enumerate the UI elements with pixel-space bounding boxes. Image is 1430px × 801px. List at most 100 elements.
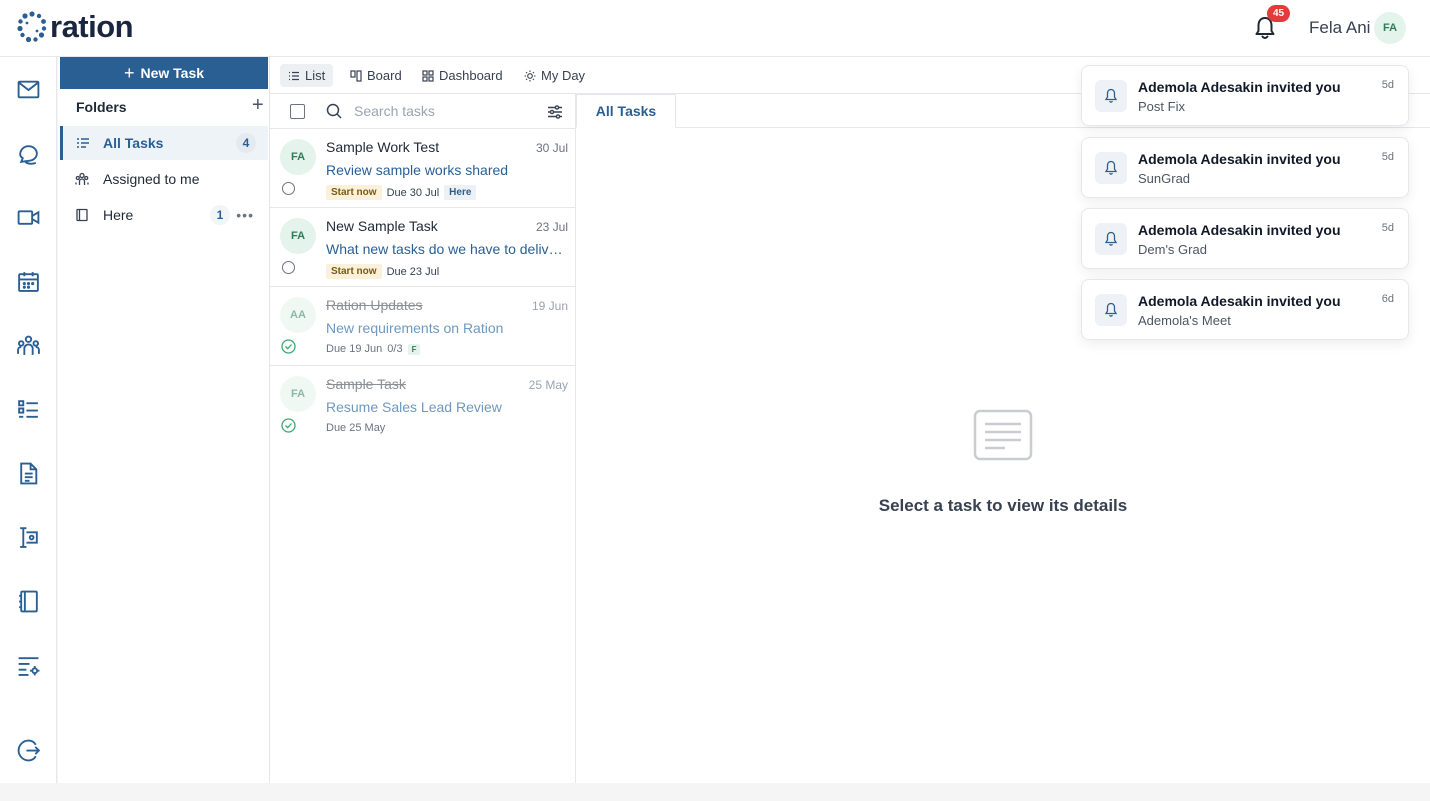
notification-time: 5d bbox=[1381, 151, 1394, 163]
task-list-toolbar bbox=[270, 94, 576, 129]
bottom-strip bbox=[0, 783, 1430, 801]
task-date: 30 Jul bbox=[535, 141, 568, 155]
task-title: New Sample Task bbox=[326, 218, 438, 234]
complete-task-radio[interactable] bbox=[282, 261, 295, 274]
user-avatar[interactable]: FA bbox=[1374, 12, 1406, 44]
search-input[interactable] bbox=[354, 100, 534, 122]
document-icon[interactable] bbox=[16, 461, 41, 486]
completed-check-icon[interactable] bbox=[281, 418, 296, 433]
team-icon[interactable] bbox=[16, 333, 41, 358]
due-date: Due 19 Jun bbox=[326, 343, 383, 355]
task-title: Ration Updates bbox=[326, 297, 423, 313]
user-name[interactable]: Fela Ani bbox=[1309, 18, 1370, 38]
notification-title: Ademola Adesakin invited you bbox=[1138, 222, 1341, 238]
chat-icon[interactable] bbox=[16, 141, 41, 166]
form-icon[interactable] bbox=[16, 525, 41, 550]
task-title: Sample Task bbox=[326, 376, 406, 392]
task-meta: Start now Due 30 Jul Here bbox=[326, 185, 477, 200]
subtask-progress: 0/3 bbox=[387, 343, 403, 355]
add-folder-button[interactable]: + bbox=[252, 95, 264, 115]
new-task-label: New Task bbox=[140, 65, 205, 81]
sidebar-item-all-tasks[interactable]: All Tasks 4 bbox=[60, 126, 268, 160]
sidebar-item-label: All Tasks bbox=[103, 135, 164, 151]
task-description: What new tasks do we have to deliver thi… bbox=[326, 241, 570, 257]
notification-icon-box bbox=[1095, 152, 1127, 184]
start-now-badge: Start now bbox=[326, 264, 382, 279]
task-date: 23 Jul bbox=[535, 220, 568, 234]
sidebar-item-label: Assigned to me bbox=[103, 171, 200, 187]
top-header: ration 45 Fela Ani FA bbox=[0, 0, 1430, 57]
tab-my-day[interactable]: My Day bbox=[516, 64, 593, 87]
task-row[interactable]: FA New Sample Task 23 Jul What new tasks… bbox=[270, 208, 576, 287]
notification-card[interactable]: Ademola Adesakin invited you Post Fix 5d bbox=[1081, 65, 1409, 126]
folder-icon bbox=[76, 208, 88, 222]
calendar-icon[interactable] bbox=[16, 269, 41, 294]
notification-time: 5d bbox=[1381, 79, 1394, 91]
notification-time: 5d bbox=[1381, 222, 1394, 234]
task-description: Review sample works shared bbox=[326, 162, 509, 178]
bell-icon bbox=[1104, 88, 1118, 103]
folders-panel: + New Task Folders + All Tasks 4 Assigne… bbox=[58, 57, 270, 783]
filter-icon[interactable] bbox=[547, 104, 563, 120]
tab-all-tasks[interactable]: All Tasks bbox=[576, 94, 676, 128]
tab-board[interactable]: Board bbox=[342, 64, 410, 87]
task-title: Sample Work Test bbox=[326, 139, 440, 155]
assignee-avatar: FA bbox=[280, 139, 316, 175]
due-date: Due 25 May bbox=[326, 422, 386, 434]
tasks-icon[interactable] bbox=[16, 397, 41, 422]
tab-label: Board bbox=[367, 68, 402, 83]
folder-count-badge: 4 bbox=[236, 133, 256, 153]
video-icon[interactable] bbox=[16, 205, 41, 230]
complete-task-radio[interactable] bbox=[282, 182, 295, 195]
select-all-checkbox[interactable] bbox=[290, 104, 305, 119]
notification-title: Ademola Adesakin invited you bbox=[1138, 293, 1341, 309]
bell-icon bbox=[1104, 231, 1118, 246]
sidebar-item-here[interactable]: Here 1 ••• bbox=[60, 198, 268, 232]
task-date: 19 Jun bbox=[531, 299, 568, 313]
tab-label: Dashboard bbox=[439, 68, 503, 83]
notification-icon-box bbox=[1095, 223, 1127, 255]
task-row[interactable]: AA Ration Updates 19 Jun New requirement… bbox=[270, 287, 576, 366]
notification-time: 6d bbox=[1381, 293, 1394, 305]
mail-icon[interactable] bbox=[16, 77, 41, 102]
task-description: Resume Sales Lead Review bbox=[326, 399, 502, 415]
board-icon bbox=[350, 69, 362, 82]
task-row[interactable]: FA Sample Work Test 30 Jul Review sample… bbox=[270, 129, 576, 208]
logo-text: ration bbox=[50, 9, 134, 44]
task-date: 25 May bbox=[528, 378, 568, 392]
task-meta: Start now Due 23 Jul bbox=[326, 264, 439, 279]
bell-icon bbox=[1104, 302, 1118, 317]
folder-tag: Here bbox=[444, 185, 477, 200]
notification-card[interactable]: Ademola Adesakin invited you Ademola's M… bbox=[1081, 279, 1409, 340]
folder-count-badge: 1 bbox=[210, 205, 230, 225]
list-view-icon bbox=[289, 71, 299, 80]
people-icon bbox=[75, 172, 89, 185]
dashboard-icon bbox=[422, 69, 434, 82]
notification-title: Ademola Adesakin invited you bbox=[1138, 79, 1341, 95]
new-task-button[interactable]: + New Task bbox=[60, 57, 268, 89]
task-meta: Due 19 Jun 0/3 F bbox=[326, 343, 421, 355]
more-options-icon[interactable]: ••• bbox=[236, 207, 254, 223]
app-logo[interactable]: ration bbox=[16, 9, 134, 44]
task-list-panel: FA Sample Work Test 30 Jul Review sample… bbox=[270, 94, 576, 783]
sidebar-item-assigned-to-me[interactable]: Assigned to me bbox=[60, 162, 268, 196]
sidebar-item-label: Here bbox=[103, 207, 134, 223]
tab-list[interactable]: List bbox=[280, 64, 334, 87]
assignee-avatar: AA bbox=[280, 297, 316, 333]
notification-icon-box bbox=[1095, 80, 1127, 112]
assignee-avatar: FA bbox=[280, 218, 316, 254]
tab-label: My Day bbox=[541, 68, 586, 83]
tab-dashboard[interactable]: Dashboard bbox=[414, 64, 511, 87]
notification-subtitle: SunGrad bbox=[1138, 171, 1191, 186]
notification-icon-box bbox=[1095, 294, 1127, 326]
notebook-icon[interactable] bbox=[16, 589, 41, 614]
logout-icon[interactable] bbox=[16, 738, 41, 763]
completed-check-icon[interactable] bbox=[281, 339, 296, 354]
notification-card[interactable]: Ademola Adesakin invited you SunGrad 5d bbox=[1081, 137, 1409, 198]
notification-subtitle: Post Fix bbox=[1138, 99, 1185, 114]
notification-card[interactable]: Ademola Adesakin invited you Dem's Grad … bbox=[1081, 208, 1409, 269]
notification-title: Ademola Adesakin invited you bbox=[1138, 151, 1341, 167]
task-row[interactable]: FA Sample Task 25 May Resume Sales Lead … bbox=[270, 366, 576, 445]
settings-list-icon[interactable] bbox=[16, 653, 41, 678]
folders-title: Folders bbox=[76, 99, 127, 115]
